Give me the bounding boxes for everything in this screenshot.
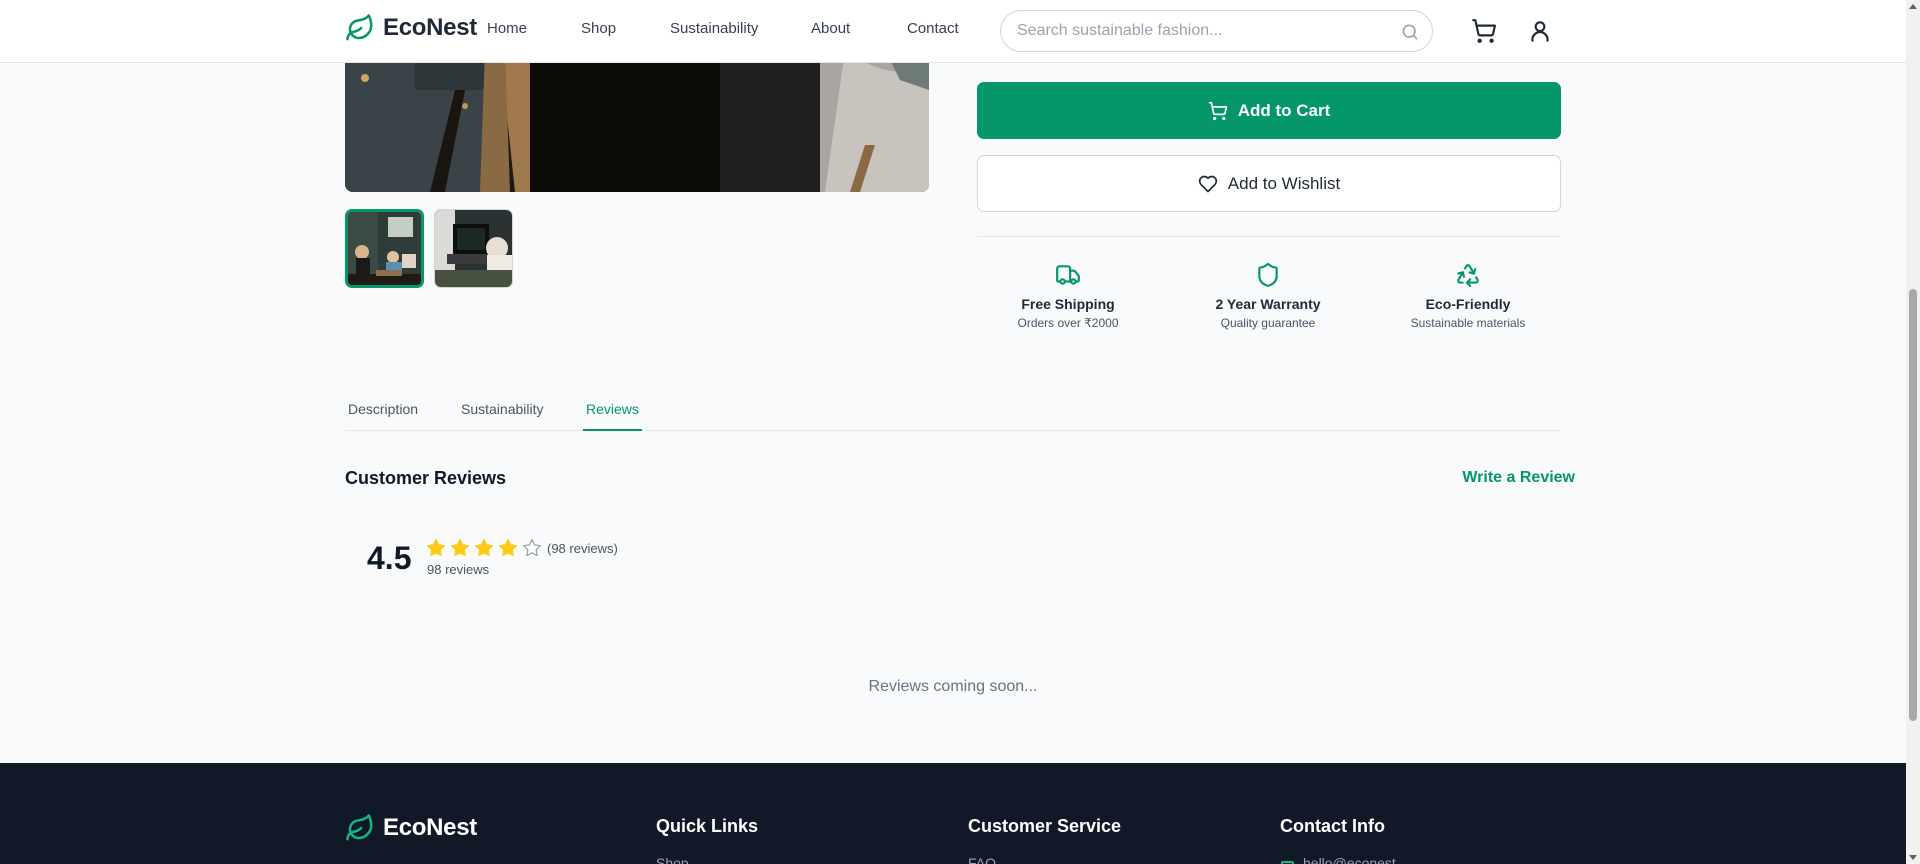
write-review-link[interactable]: Write a Review	[1462, 469, 1575, 487]
nav-home[interactable]: Home	[487, 20, 527, 37]
recycle-icon	[1457, 264, 1479, 287]
search-box	[1000, 10, 1433, 52]
footer-contact-title: Contact Info	[1280, 816, 1385, 836]
feature-eco-friendly: Eco-Friendly Sustainable materials	[1378, 262, 1558, 330]
leaf-icon	[346, 814, 373, 841]
site-footer: EcoNest Quick Links Shop Customer Servic…	[0, 763, 1906, 864]
thumbnail-image	[435, 210, 512, 287]
tab-sustainability[interactable]: Sustainability	[458, 401, 547, 431]
add-to-wishlist-button[interactable]: Add to Wishlist	[977, 155, 1561, 212]
star-filled-icon	[427, 539, 445, 557]
leaf-icon	[346, 14, 373, 41]
star-filled-icon	[451, 539, 469, 557]
reviews-coming-soon: Reviews coming soon...	[868, 678, 1038, 695]
star-filled-icon	[499, 539, 517, 557]
thumbnail-1[interactable]	[345, 209, 424, 288]
add-to-cart-button[interactable]: Add to Cart	[977, 82, 1561, 139]
review-count: 98 reviews	[427, 562, 490, 577]
feature-title: 2 Year Warranty	[1215, 296, 1321, 312]
nav-about[interactable]: About	[811, 20, 850, 37]
footer-contact-email[interactable]: hello@econest	[1303, 855, 1396, 864]
tab-description[interactable]: Description	[345, 401, 421, 431]
star-rating	[426, 538, 542, 558]
footer-customer-service-title: Customer Service	[968, 816, 1122, 836]
scrollbar[interactable]	[1906, 0, 1920, 864]
feature-title: Eco-Friendly	[1425, 296, 1511, 312]
nav-shop[interactable]: Shop	[581, 20, 616, 37]
footer-quick-links-title: Quick Links	[656, 816, 759, 836]
search-input[interactable]	[1017, 22, 1397, 40]
footer-logo-text: EcoNest	[383, 814, 477, 841]
product-main-image	[345, 50, 929, 192]
cart-icon[interactable]	[1471, 18, 1497, 44]
feature-subtitle: Orders over ₹2000	[1017, 316, 1119, 330]
scroll-up-arrow[interactable]	[1909, 4, 1917, 9]
divider	[977, 236, 1561, 237]
nav-contact[interactable]: Contact	[907, 20, 959, 37]
reviews-title: Customer Reviews	[345, 468, 507, 488]
feature-subtitle: Quality guarantee	[1220, 316, 1316, 330]
thumbnail-2[interactable]	[434, 209, 513, 288]
site-header: EcoNest Home Shop Sustainability About C…	[0, 0, 1906, 63]
user-icon[interactable]	[1527, 18, 1553, 44]
logo-text: EcoNest	[383, 14, 477, 41]
feature-subtitle: Sustainable materials	[1410, 316, 1526, 330]
thumbnail-image	[348, 212, 421, 285]
add-to-cart-label: Add to Cart	[1237, 100, 1331, 120]
scroll-down-arrow[interactable]	[1909, 855, 1917, 860]
review-count-inline: (98 reviews)	[547, 541, 618, 556]
product-photo	[345, 50, 929, 192]
footer-logo[interactable]: EcoNest	[345, 813, 477, 843]
tab-reviews[interactable]: Reviews	[583, 401, 642, 431]
nav-sustainability[interactable]: Sustainability	[670, 20, 758, 37]
product-tabs: Description Sustainability Reviews	[345, 401, 1561, 431]
add-to-wishlist-label: Add to Wishlist	[1227, 173, 1341, 193]
shield-icon	[1258, 263, 1278, 287]
logo[interactable]: EcoNest	[345, 13, 477, 43]
rating-score: 4.5	[367, 540, 412, 576]
feature-warranty: 2 Year Warranty Quality guarantee	[1178, 262, 1358, 330]
feature-title: Free Shipping	[1021, 296, 1115, 312]
cart-icon	[1208, 101, 1227, 120]
heart-icon	[1198, 175, 1217, 192]
truck-icon	[1056, 265, 1080, 285]
star-empty-icon	[523, 539, 541, 557]
feature-free-shipping: Free Shipping Orders over ₹2000	[978, 262, 1158, 330]
scrollbar-thumb[interactable]	[1909, 289, 1917, 721]
footer-link-shop[interactable]: Shop	[656, 855, 689, 864]
search-icon[interactable]	[1400, 22, 1420, 42]
footer-link-faq[interactable]: FAQ	[968, 855, 996, 864]
star-filled-icon	[475, 539, 493, 557]
